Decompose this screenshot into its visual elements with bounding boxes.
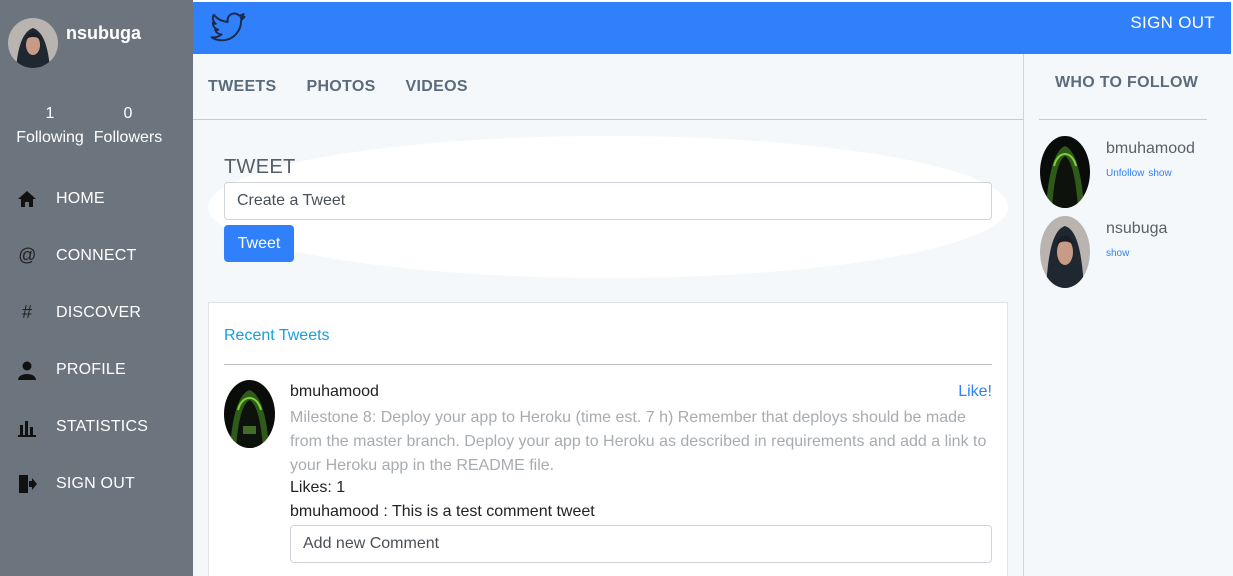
home-icon bbox=[16, 188, 38, 210]
user-avatar[interactable] bbox=[8, 18, 58, 68]
sidebar-item-profile[interactable]: PROFILE bbox=[0, 341, 193, 398]
tweet-author-name[interactable]: bmuhamood bbox=[290, 383, 379, 401]
content-tabs: TWEETS PHOTOS VIDEOS bbox=[208, 78, 498, 96]
suggestion-name[interactable]: bmuhamood bbox=[1106, 140, 1195, 158]
following-label: Following bbox=[16, 129, 84, 146]
sidebar-item-statistics[interactable]: STATISTICS bbox=[0, 398, 193, 455]
suggestion-actions: Unfollow show bbox=[1106, 168, 1176, 179]
sidebar-item-label: PROFILE bbox=[56, 360, 126, 378]
sidebar-item-label: HOME bbox=[56, 189, 105, 207]
sidebar-item-home[interactable]: HOME bbox=[0, 170, 193, 227]
suggestion-name[interactable]: nsubuga bbox=[1106, 220, 1167, 238]
sidebar-nav: HOME @ CONNECT # DISCOVER PROFILE STATIS… bbox=[0, 170, 193, 512]
compose-title: TWEET bbox=[224, 156, 296, 178]
tweet-body: Milestone 8: Deploy your app to Heroku (… bbox=[290, 409, 987, 474]
suggestion-avatar[interactable] bbox=[1040, 136, 1090, 208]
show-link[interactable]: show bbox=[1106, 248, 1129, 259]
profile-header: nsubuga bbox=[8, 18, 141, 68]
who-to-follow-panel: WHO TO FOLLOW bmuhamood Unfollow show nsu… bbox=[1023, 54, 1233, 576]
tab-videos[interactable]: VIDEOS bbox=[406, 78, 468, 96]
sidebar-item-label: CONNECT bbox=[56, 246, 137, 264]
sidebar-item-label: STATISTICS bbox=[56, 417, 149, 435]
comment-input[interactable] bbox=[290, 525, 992, 563]
feed-divider bbox=[224, 364, 992, 365]
sidebar-item-label: DISCOVER bbox=[56, 303, 142, 321]
followers-count: 0 bbox=[123, 105, 133, 122]
suggestion-avatar[interactable] bbox=[1040, 216, 1090, 288]
top-navbar: SIGN OUT bbox=[193, 2, 1231, 54]
tab-tweets[interactable]: TWEETS bbox=[208, 78, 276, 96]
user-icon bbox=[16, 359, 38, 381]
profile-username[interactable]: nsubuga bbox=[66, 23, 141, 44]
tweet-comment: bmuhamood : This is a test comment tweet bbox=[290, 503, 595, 520]
main-content: TWEETS PHOTOS VIDEOS TWEET Tweet Recent … bbox=[193, 54, 1023, 576]
tweet-author-avatar[interactable] bbox=[224, 380, 275, 448]
followers-label: Followers bbox=[93, 129, 163, 146]
sidebar-item-connect[interactable]: @ CONNECT bbox=[0, 227, 193, 284]
hash-icon: # bbox=[21, 302, 32, 322]
like-link[interactable]: Like! bbox=[958, 383, 992, 401]
unfollow-link[interactable]: Unfollow bbox=[1106, 168, 1144, 179]
twitter-bird-icon[interactable] bbox=[209, 10, 247, 46]
sidebar-item-sign-out[interactable]: SIGN OUT bbox=[0, 455, 193, 512]
at-icon: @ bbox=[17, 245, 37, 265]
tweet-button[interactable]: Tweet bbox=[224, 225, 294, 262]
who-to-follow-title: WHO TO FOLLOW bbox=[1055, 74, 1199, 91]
who-to-follow-divider bbox=[1039, 119, 1207, 120]
show-link[interactable]: show bbox=[1148, 168, 1171, 179]
follow-stats: 1 Following 0 Followers bbox=[14, 102, 164, 150]
tab-photos[interactable]: PHOTOS bbox=[306, 78, 375, 96]
recent-tweets-title: Recent Tweets bbox=[224, 327, 330, 344]
tabs-divider bbox=[193, 119, 1023, 120]
sign-out-icon bbox=[16, 473, 38, 495]
recent-tweets-card: Recent Tweets bmuhamood Like! Milestone … bbox=[208, 302, 1008, 576]
sidebar-item-label: SIGN OUT bbox=[56, 474, 135, 492]
followers-stat[interactable]: 0 Followers bbox=[92, 102, 164, 150]
following-stat[interactable]: 1 Following bbox=[14, 102, 86, 150]
topbar-sign-out-link[interactable]: SIGN OUT bbox=[1130, 13, 1215, 33]
chart-icon bbox=[16, 416, 38, 438]
sidebar: nsubuga 1 Following 0 Followers HOME @ C… bbox=[0, 0, 193, 576]
likes-count: Likes: 1 bbox=[290, 479, 346, 496]
suggestion-actions: show bbox=[1106, 248, 1133, 259]
sidebar-item-discover[interactable]: # DISCOVER bbox=[0, 284, 193, 341]
following-count: 1 bbox=[45, 105, 55, 122]
tweet-input[interactable] bbox=[224, 182, 992, 220]
